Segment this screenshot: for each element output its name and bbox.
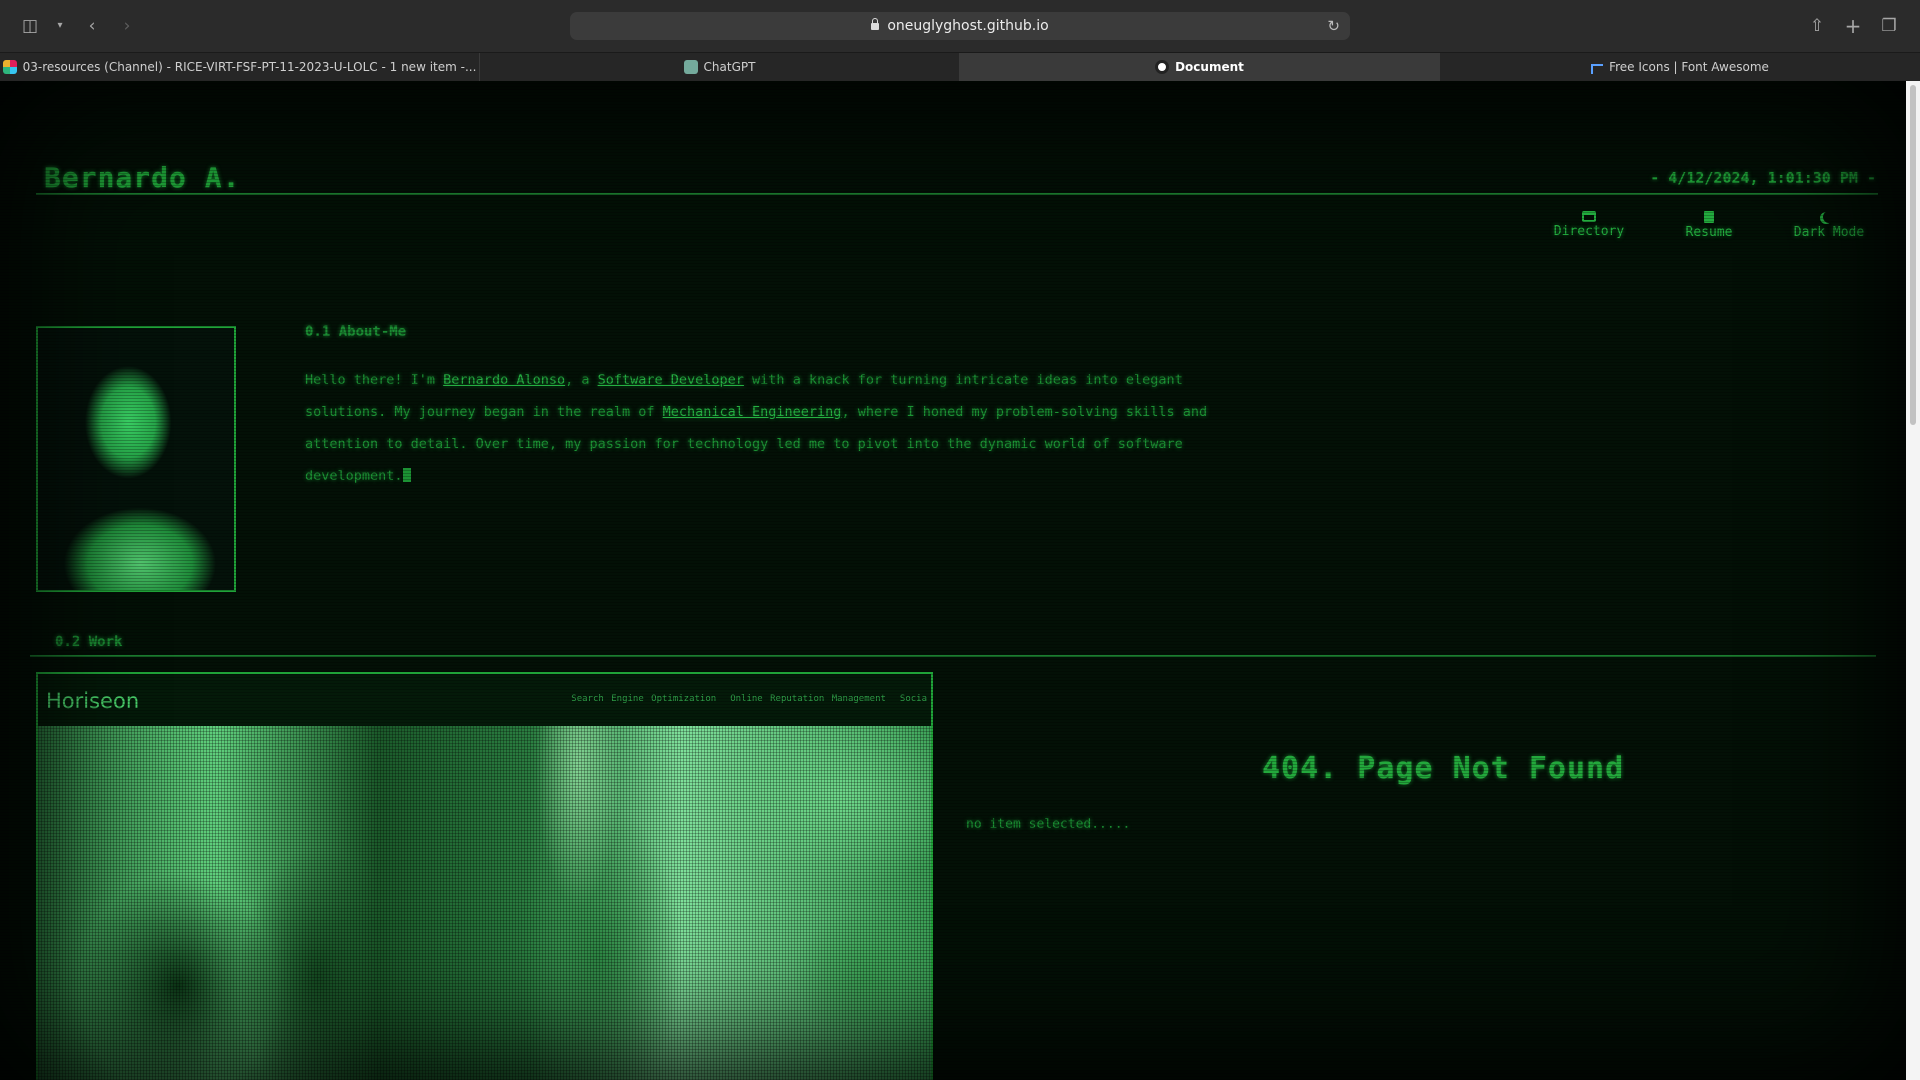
sidebar-toggle-icon[interactable]: ◫ [18,14,42,38]
blinking-cursor [402,468,411,482]
share-icon[interactable]: ⇧ [1805,14,1829,38]
preview-nav-link: Online Reputation Management [730,694,886,704]
about-text: Hello there! I'm Bernardo Alonso, a Soft… [305,364,1225,492]
tab-font-awesome[interactable]: Free Icons | Font Awesome [1440,53,1920,82]
nav-directory-label: Directory [1553,224,1625,239]
flag-icon [1591,64,1604,74]
address-bar[interactable]: oneuglyghost.github.io ↻ [570,12,1350,40]
tab-label: Free Icons | Font Awesome [1609,60,1769,74]
about-text-part: Hello there! I'm [305,372,444,388]
chevron-down-icon[interactable]: ▾ [48,14,72,38]
new-tab-icon[interactable]: + [1841,14,1865,38]
detail-title: 404. Page Not Found [1262,751,1625,786]
preview-header: Horiseon Search Engine Optimization Onlin… [38,674,931,726]
slack-icon [2,60,17,74]
preview-nav-link: Socia [899,694,927,704]
page-content: Bernardo A. - 4/12/2024, 1:01:30 PM - Di… [0,81,1906,1080]
about-text-part: , a [565,372,598,388]
page-scrollbar[interactable] [1906,81,1920,1080]
name-link[interactable]: Bernardo Alonso [443,372,565,388]
datetime-display: - 4/12/2024, 1:01:30 PM - [1650,169,1876,187]
site-name[interactable]: Bernardo A. [44,161,240,194]
detail-text: no item selected..... [966,817,1131,832]
url-text: oneuglyghost.github.io [887,18,1049,34]
back-icon[interactable]: ‹ [80,14,104,38]
work-preview-horiseon[interactable]: Horiseon Search Engine Optimization Onlin… [36,672,933,1080]
browser-toolbar: ◫ ▾ ‹ › oneuglyghost.github.io ↻ ⇧ + ❐ [0,0,1920,52]
tab-document[interactable]: Document [960,53,1440,82]
field-link[interactable]: Mechanical Engineering [663,404,842,420]
tab-label: 03-resources (Channel) - RICE-VIRT-FSF-P… [22,60,477,74]
profile-photo [36,326,236,592]
github-icon [1155,60,1170,74]
nav-dark-mode[interactable]: Dark Mode [1779,211,1879,240]
moon-icon [1823,211,1835,223]
lock-icon [871,18,880,30]
tab-bar: 03-resources (Channel) - RICE-VIRT-FSF-P… [0,52,1920,82]
chatgpt-icon [683,60,698,74]
scrollbar-thumb[interactable] [1910,85,1916,425]
nav-resume[interactable]: Resume [1659,211,1759,240]
work-title: 0.2 Work [55,634,123,650]
role-link[interactable]: Software Developer [598,372,744,388]
nav-resume-label: Resume [1685,225,1733,240]
tab-label: ChatGPT [703,60,756,74]
header-divider [36,193,1878,195]
nav-directory[interactable]: Directory [1539,211,1639,239]
file-icon [1704,211,1714,223]
tab-chatgpt[interactable]: ChatGPT [480,53,960,82]
folder-open-icon [1582,211,1596,222]
preview-nav-link: Search Engine Optimization [571,694,717,704]
preview-nav: Search Engine Optimization Online Reputat… [557,694,927,704]
preview-logo: Horiseon [46,689,140,713]
work-divider [30,655,1876,657]
reload-icon[interactable]: ↻ [1327,12,1340,40]
preview-hero-image [38,726,931,1080]
tab-label: Document [1175,60,1244,74]
nav-dark-mode-label: Dark Mode [1793,225,1865,240]
tab-overview-icon[interactable]: ❐ [1877,14,1901,38]
tab-slack[interactable]: 03-resources (Channel) - RICE-VIRT-FSF-P… [0,53,480,82]
about-title: 0.1 About-Me [305,324,407,340]
forward-icon[interactable]: › [115,14,139,38]
